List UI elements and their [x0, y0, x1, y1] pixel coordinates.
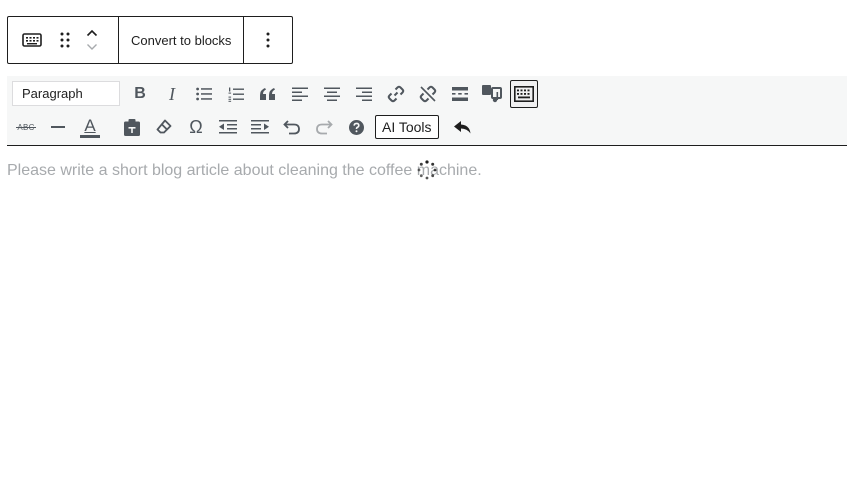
block-movers [78, 17, 106, 63]
paste-as-text-button[interactable] [118, 113, 146, 141]
toolbar-toggle-button[interactable] [510, 80, 538, 108]
read-more-icon [452, 87, 468, 101]
blockquote-button[interactable] [254, 80, 282, 108]
classic-editor-toolbar: Paragraph B I ABC A Ω AI Tools [7, 76, 847, 146]
drag-handle-icon [60, 32, 70, 48]
kitchen-sink-icon [514, 86, 534, 102]
strikethrough-button[interactable]: ABC [12, 113, 40, 141]
insert-read-more-button[interactable] [446, 80, 474, 108]
align-left-button[interactable] [286, 80, 314, 108]
horizontal-line-icon [51, 125, 65, 129]
bold-icon: B [134, 85, 146, 102]
bullet-list-button[interactable] [190, 80, 218, 108]
reply-button[interactable] [448, 113, 476, 141]
reply-icon [453, 120, 471, 134]
block-options-button[interactable] [244, 17, 292, 63]
bullet-list-icon [196, 87, 212, 101]
indent-icon [251, 120, 269, 134]
increase-indent-button[interactable] [246, 113, 274, 141]
format-select[interactable]: Paragraph [12, 81, 120, 106]
text-color-button[interactable]: A [76, 113, 104, 141]
drag-handle[interactable] [56, 17, 74, 63]
align-center-button[interactable] [318, 80, 346, 108]
text-color-label: A [84, 115, 96, 135]
align-right-icon [356, 87, 372, 101]
redo-button[interactable] [310, 113, 338, 141]
editor-content-area[interactable]: Please write a short blog article about … [7, 146, 847, 486]
keyboard-icon [22, 33, 42, 47]
block-switcher-group [8, 17, 118, 63]
undo-icon [283, 119, 301, 135]
special-character-icon: Ω [189, 116, 203, 137]
add-media-button[interactable] [478, 80, 506, 108]
redo-icon [315, 119, 333, 135]
editor-placeholder: Please write a short blog article about … [7, 162, 482, 179]
chevron-down-icon [86, 38, 98, 56]
numbered-list-button[interactable] [222, 80, 250, 108]
add-media-icon [482, 85, 502, 103]
remove-link-button[interactable] [414, 80, 442, 108]
insert-link-button[interactable] [382, 80, 410, 108]
paste-text-icon [124, 118, 140, 136]
text-color-icon: A [80, 117, 100, 138]
decrease-indent-button[interactable] [214, 113, 242, 141]
undo-button[interactable] [278, 113, 306, 141]
options-group [243, 17, 292, 63]
block-toolbar: Convert to blocks [7, 16, 294, 64]
keyboard-shortcuts-button[interactable] [342, 113, 370, 141]
clear-formatting-icon [156, 119, 172, 135]
horizontal-line-button[interactable] [44, 113, 72, 141]
align-left-icon [292, 87, 308, 101]
link-icon [387, 85, 405, 103]
move-down-button[interactable] [80, 40, 104, 54]
help-icon [348, 119, 364, 135]
ai-tools-button[interactable]: AI Tools [375, 115, 439, 139]
special-character-button[interactable]: Ω [182, 113, 210, 141]
more-vertical-icon [266, 32, 270, 48]
unlink-icon [419, 85, 437, 103]
block-type-button[interactable] [8, 17, 56, 63]
italic-icon: I [169, 83, 175, 104]
clear-formatting-button[interactable] [150, 113, 178, 141]
outdent-icon [219, 120, 237, 134]
bold-button[interactable]: B [126, 80, 154, 108]
loading-spinner-icon [417, 160, 437, 180]
align-right-button[interactable] [350, 80, 378, 108]
strikethrough-icon: ABC [16, 123, 36, 132]
numbered-list-icon [228, 87, 244, 102]
align-center-icon [324, 87, 340, 101]
italic-button[interactable]: I [158, 80, 186, 108]
convert-group: Convert to blocks [118, 17, 243, 63]
quote-icon [260, 88, 276, 100]
convert-to-blocks-button[interactable]: Convert to blocks [119, 17, 243, 63]
